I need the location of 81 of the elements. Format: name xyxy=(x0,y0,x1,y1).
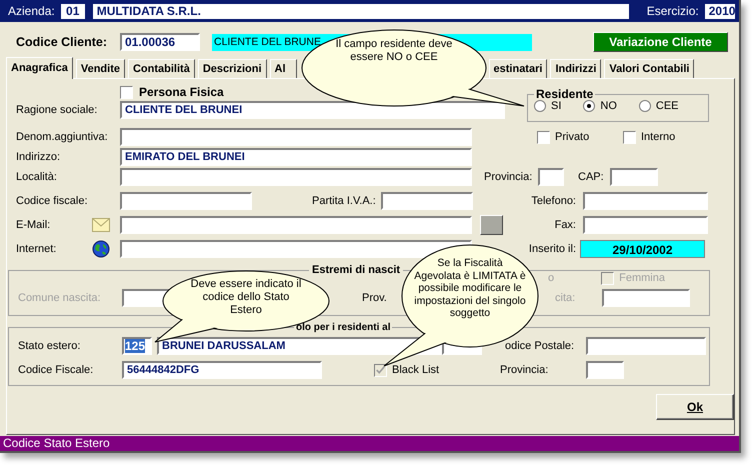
customer-code-field[interactable]: 01.00036 xyxy=(120,33,200,51)
tab[interactable]: Anagrafica xyxy=(6,57,73,79)
field-label: Provincia: xyxy=(500,364,550,376)
field-label: Partita I.V.A.: xyxy=(312,195,377,207)
company-name: MULTIDATA S.R.L. xyxy=(92,4,629,18)
checkmark-icon xyxy=(375,364,386,376)
field-label: odice Postale: xyxy=(505,340,576,352)
tab[interactable]: Contabilità xyxy=(128,59,195,78)
radio-label: CEE xyxy=(656,100,679,112)
field-label: Telefono: xyxy=(530,195,577,207)
localita-field[interactable] xyxy=(120,168,472,186)
privato-label: Privato xyxy=(555,131,590,143)
tab[interactable]: estinatari xyxy=(488,59,548,78)
field-label: E-Mail: xyxy=(16,219,52,231)
field-label: Prov. xyxy=(362,292,388,304)
field-label: Codice Fiscale: xyxy=(18,364,94,376)
indirizzo-field[interactable]: EMIRATO DEL BRUNEI xyxy=(120,148,472,166)
codice-fiscale-field[interactable] xyxy=(120,192,252,210)
residente-title: Residente xyxy=(535,87,594,101)
codice-fiscale-field[interactable]: 56444842DFG xyxy=(122,361,322,379)
tab[interactable]: Al xyxy=(270,59,297,78)
year-value: 2010 xyxy=(704,4,735,18)
company-label: Azienda: xyxy=(8,4,55,18)
tab[interactable]: Descrizioni xyxy=(198,59,267,78)
radio-button[interactable] xyxy=(638,100,651,112)
radio-button[interactable] xyxy=(583,100,596,112)
field-label: CAP: xyxy=(578,171,605,183)
checkbox-label: Black List xyxy=(392,364,440,376)
field-label: Ragione sociale: xyxy=(16,104,98,116)
field-label: Internet: xyxy=(16,243,58,255)
femmina-label: Femmina xyxy=(619,272,665,284)
field-label: Codice fiscale: xyxy=(16,195,89,207)
stato-code-field[interactable]: 125 xyxy=(122,337,152,355)
radio-label: NO xyxy=(600,100,617,112)
field-label: Provincia: xyxy=(484,171,534,183)
interno-label: Interno xyxy=(641,131,676,143)
ragione-sociale-field[interactable]: CLIENTE DEL BRUNEI xyxy=(120,101,505,119)
group-title: olo per i residenti al xyxy=(295,322,392,333)
provincia-field[interactable] xyxy=(538,168,564,186)
customer-code-label: Codice Cliente: xyxy=(16,35,108,49)
email-field[interactable] xyxy=(120,216,472,234)
privato-checkbox[interactable] xyxy=(537,130,550,144)
tab[interactable]: Indirizzi xyxy=(550,59,602,78)
tooltip-text: Deve essere indicato il codice dello Stato Estero xyxy=(190,278,302,317)
field-label: Inserito il: xyxy=(528,243,577,255)
variazione-cliente-button[interactable]: Variazione Cliente xyxy=(593,32,728,52)
group-title: Estremi di nascit xyxy=(311,264,402,276)
inserito-date-field: 29/10/2002 xyxy=(580,240,705,258)
ok-button[interactable]: Ok xyxy=(656,394,734,420)
internet-field[interactable] xyxy=(120,240,472,258)
company-code: 01 xyxy=(60,4,85,18)
cap-field[interactable] xyxy=(610,168,658,186)
tooltip-text: Se la Fiscalità Agevolata è LIMITATA è possibile modificare le impostazioni del singolo soggetto xyxy=(413,257,527,320)
partita-iva-field[interactable] xyxy=(381,192,473,210)
tab[interactable]: Valori Contabili xyxy=(604,59,694,78)
status-text: Codice Stato Estero xyxy=(3,436,110,450)
field-label: Comune nascita: xyxy=(18,292,102,304)
provincia-field[interactable] xyxy=(586,361,624,379)
field-label: Indirizzo: xyxy=(16,151,62,163)
globe-icon xyxy=(92,240,110,258)
envelope-icon xyxy=(92,218,110,232)
blank-button[interactable] xyxy=(480,215,503,235)
radio-label: SI xyxy=(551,100,562,112)
field-label: o xyxy=(548,272,554,284)
field-label: Fax: xyxy=(554,219,577,231)
fax-field[interactable] xyxy=(583,216,708,234)
telefono-field[interactable] xyxy=(583,192,708,210)
field-label: Denom.aggiuntiva: xyxy=(16,131,109,143)
tooltip-text: Il campo residente deve essere NO o CEE xyxy=(334,38,454,64)
field-label: Stato estero: xyxy=(18,340,82,352)
denom-aggiuntiva-field[interactable] xyxy=(120,128,472,146)
year-label: Esercizio: xyxy=(646,4,699,18)
radio-button[interactable] xyxy=(534,100,546,112)
tab[interactable]: Vendite xyxy=(76,59,125,78)
persona-fisica-checkbox[interactable] xyxy=(120,86,133,98)
persona-fisica-label: Persona Fisica xyxy=(139,85,224,99)
field-label: cita: xyxy=(555,292,576,304)
interno-checkbox[interactable] xyxy=(623,130,636,144)
field-label: Località: xyxy=(16,171,58,183)
stato-name-field[interactable]: BRUNEI DARUSSALAM xyxy=(157,337,442,355)
codice-postale-field[interactable] xyxy=(586,337,706,355)
